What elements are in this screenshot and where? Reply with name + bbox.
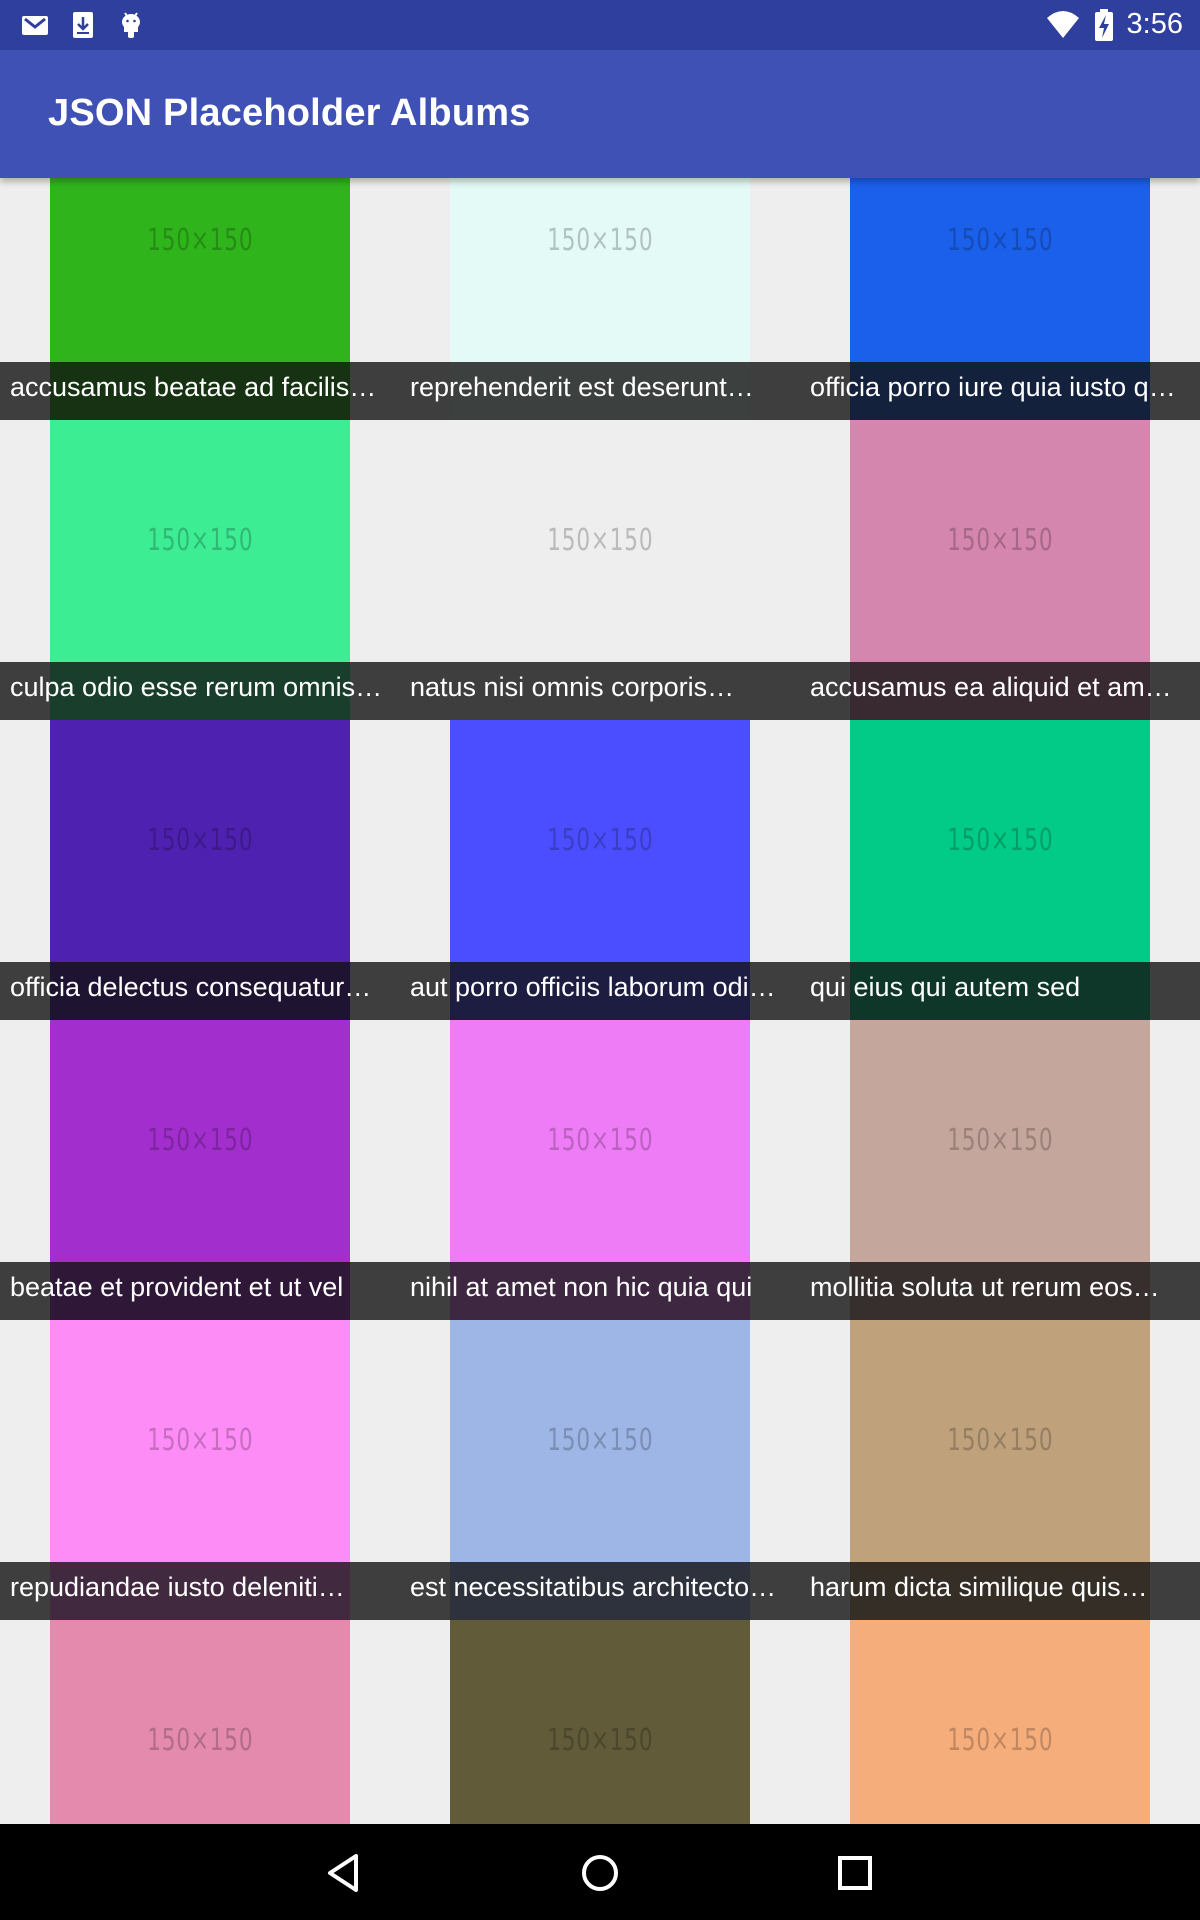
album-item[interactable]: 150×150 harum dicta similique quis…: [800, 1320, 1200, 1620]
back-icon[interactable]: [320, 1848, 370, 1898]
album-item[interactable]: 150×150 accusamus ea aliquid et am…: [800, 420, 1200, 720]
status-bar: 3:56: [0, 0, 1200, 50]
album-title: officia porro iure quia iusto q…: [800, 362, 1200, 420]
album-title: reprehenderit est deserunt…: [400, 362, 800, 420]
album-item[interactable]: 150×150: [0, 1620, 400, 1824]
thumbnail-size-label: 150×150: [146, 1422, 254, 1458]
recents-icon[interactable]: [830, 1848, 880, 1898]
thumbnail-size-label: 150×150: [946, 1422, 1054, 1458]
thumbnail-size-label: 150×150: [946, 1722, 1054, 1758]
album-item[interactable]: 150×150 officia delectus consequatur…: [0, 720, 400, 1020]
thumbnail-size-label: 150×150: [146, 822, 254, 858]
album-title: est necessitatibus architecto…: [400, 1562, 800, 1620]
album-item[interactable]: 150×150 beatae et provident et ut vel: [0, 1020, 400, 1320]
album-item[interactable]: 150×150 accusamus beatae ad facilis…: [0, 178, 400, 420]
app-bar: JSON Placeholder Albums: [0, 50, 1200, 178]
thumbnail-size-label: 150×150: [546, 522, 654, 558]
album-thumbnail: 150×150: [450, 1620, 750, 1824]
album-thumbnail: 150×150: [50, 1620, 350, 1824]
album-item[interactable]: 150×150: [400, 1620, 800, 1824]
thumbnail-size-label: 150×150: [946, 822, 1054, 858]
thumbnail-size-label: 150×150: [146, 1122, 254, 1158]
thumbnail-size-label: 150×150: [146, 222, 254, 258]
thumbnail-size-label: 150×150: [946, 522, 1054, 558]
album-item[interactable]: 150×150 mollitia soluta ut rerum eos…: [800, 1020, 1200, 1320]
album-title: repudiandae iusto deleniti…: [0, 1562, 400, 1620]
thumbnail-size-label: 150×150: [546, 222, 654, 258]
album-item[interactable]: 150×150 qui eius qui autem sed: [800, 720, 1200, 1020]
thumbnail-size-label: 150×150: [946, 1122, 1054, 1158]
album-item[interactable]: 150×150: [800, 1620, 1200, 1824]
album-item[interactable]: 150×150 est necessitatibus architecto…: [400, 1320, 800, 1620]
album-item[interactable]: 150×150 natus nisi omnis corporis…: [400, 420, 800, 720]
navigation-bar: [0, 1824, 1200, 1920]
album-title: natus nisi omnis corporis…: [400, 662, 800, 720]
album-item[interactable]: 150×150 repudiandae iusto deleniti…: [0, 1320, 400, 1620]
album-title: nihil at amet non hic quia qui: [400, 1262, 800, 1320]
battery-charging-icon: [1095, 9, 1113, 41]
thumbnail-size-label: 150×150: [546, 1722, 654, 1758]
album-title: beatae et provident et ut vel: [0, 1262, 400, 1320]
album-title: qui eius qui autem sed: [800, 962, 1200, 1020]
album-title: harum dicta similique quis…: [800, 1562, 1200, 1620]
download-icon: [73, 12, 93, 38]
album-item[interactable]: 150×150 culpa odio esse rerum omnis…: [0, 420, 400, 720]
album-item[interactable]: 150×150 reprehenderit est deserunt…: [400, 178, 800, 420]
album-item[interactable]: 150×150 aut porro officiis laborum odi…: [400, 720, 800, 1020]
album-title: culpa odio esse rerum omnis…: [0, 662, 400, 720]
album-grid[interactable]: 150×150 accusamus beatae ad facilis… 150×1…: [0, 178, 1200, 1824]
album-title: mollitia soluta ut rerum eos…: [800, 1262, 1200, 1320]
wifi-icon: [1047, 11, 1079, 38]
thumbnail-size-label: 150×150: [546, 1122, 654, 1158]
thumbnail-size-label: 150×150: [946, 222, 1054, 258]
page-title: JSON Placeholder Albums: [48, 92, 531, 134]
album-item[interactable]: 150×150 officia porro iure quia iusto q…: [800, 178, 1200, 420]
album-title: accusamus beatae ad facilis…: [0, 362, 400, 420]
clock: 3:56: [1126, 8, 1183, 40]
gmail-icon: [22, 16, 48, 35]
thumbnail-size-label: 150×150: [146, 1722, 254, 1758]
album-title: accusamus ea aliquid et am…: [800, 662, 1200, 720]
album-title: aut porro officiis laborum odi…: [400, 962, 800, 1020]
album-thumbnail: 150×150: [850, 1620, 1150, 1824]
album-item[interactable]: 150×150 nihil at amet non hic quia qui: [400, 1020, 800, 1320]
thumbnail-size-label: 150×150: [546, 1422, 654, 1458]
thumbnail-size-label: 150×150: [546, 822, 654, 858]
android-icon: [122, 12, 140, 38]
album-title: officia delectus consequatur…: [0, 962, 400, 1020]
home-icon[interactable]: [575, 1848, 625, 1898]
thumbnail-size-label: 150×150: [146, 522, 254, 558]
